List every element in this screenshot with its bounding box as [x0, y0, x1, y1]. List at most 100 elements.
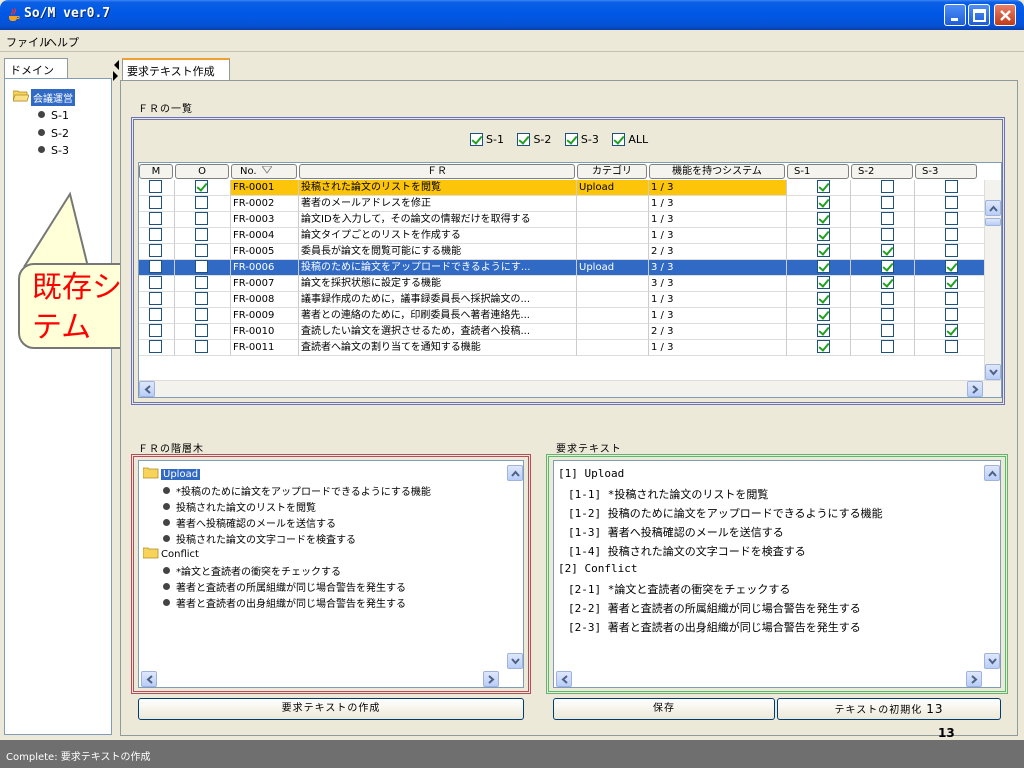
scroll-up-button[interactable]: [985, 200, 1001, 216]
tab-requirement-text[interactable]: 要求テキスト作成: [122, 58, 230, 80]
cell-s1[interactable]: [787, 228, 851, 244]
checkbox-s3[interactable]: [945, 308, 958, 321]
cell-s1[interactable]: [787, 180, 851, 196]
table-row[interactable]: FR-0006 投稿のために論文をアップロードできるようにす... Upload 3 …: [139, 260, 985, 276]
tree-group[interactable]: Conflict: [142, 547, 199, 560]
checkbox-s2[interactable]: [881, 276, 894, 289]
checkbox-o[interactable]: [195, 324, 208, 337]
minimize-button[interactable]: [944, 4, 966, 26]
checkbox-s1[interactable]: [817, 324, 830, 337]
checkbox-s3[interactable]: [945, 292, 958, 305]
checkbox-m[interactable]: [149, 212, 162, 225]
filter-all[interactable]: ALL: [612, 133, 648, 146]
cell-o[interactable]: [175, 228, 231, 244]
cell-o[interactable]: [175, 308, 231, 324]
checkbox-s2[interactable]: [881, 292, 894, 305]
cell-s2[interactable]: [851, 260, 915, 276]
cell-m[interactable]: [139, 324, 175, 340]
cell-s3[interactable]: [915, 292, 985, 308]
scroll-down-button[interactable]: [507, 653, 523, 669]
cell-s1[interactable]: [787, 340, 851, 356]
menu-file[interactable]: ファイル: [6, 34, 50, 50]
checkbox-s1[interactable]: [817, 340, 830, 353]
checkbox-m[interactable]: [149, 244, 162, 257]
filter-s2[interactable]: S-2: [517, 133, 551, 146]
checkbox-m[interactable]: [149, 292, 162, 305]
cell-s2[interactable]: [851, 324, 915, 340]
scroll-down-button[interactable]: [984, 653, 1000, 669]
cell-s1[interactable]: [787, 292, 851, 308]
tree-item[interactable]: *論文と査読者の衝突をチェックする: [163, 563, 341, 578]
table-row[interactable]: FR-0003 論文IDを入力して，その論文の情報だけを取得する 1 / 3: [139, 212, 985, 228]
col-header-fr[interactable]: ＦＲ: [299, 164, 575, 179]
checkbox-s1[interactable]: [817, 244, 830, 257]
save-button[interactable]: 保存: [553, 698, 775, 720]
cell-s3[interactable]: [915, 340, 985, 356]
cell-s2[interactable]: [851, 276, 915, 292]
checkbox-s3[interactable]: [945, 340, 958, 353]
checkbox-m[interactable]: [149, 180, 162, 193]
cell-m[interactable]: [139, 212, 175, 228]
scroll-left-button[interactable]: [139, 381, 155, 397]
cell-o[interactable]: [175, 340, 231, 356]
checkbox-o[interactable]: [195, 340, 208, 353]
tree-item[interactable]: 著者と査読者の出身組織が同じ場合警告を発生する: [163, 595, 406, 610]
checkbox-o[interactable]: [195, 308, 208, 321]
checkbox-s3[interactable]: [945, 244, 958, 257]
checkbox-m[interactable]: [149, 228, 162, 241]
checkbox-s2[interactable]: [881, 340, 894, 353]
table-row[interactable]: FR-0010 査読したい論文を選択させるため，査読者へ投稿... 2 / 3: [139, 324, 985, 340]
checkbox-s2[interactable]: [881, 244, 894, 257]
table-row[interactable]: FR-0009 著者との連絡のために，印刷委員長へ著者連絡先... 1 / 3: [139, 308, 985, 324]
checkbox-s1[interactable]: [817, 292, 830, 305]
scroll-right-button[interactable]: [966, 671, 982, 687]
cell-s1[interactable]: [787, 308, 851, 324]
tree-item[interactable]: 投稿された論文の文字コードを検査する: [163, 531, 356, 546]
scroll-up-button[interactable]: [984, 465, 1000, 481]
cell-m[interactable]: [139, 196, 175, 212]
cell-s3[interactable]: [915, 260, 985, 276]
cell-s1[interactable]: [787, 260, 851, 276]
col-header-m[interactable]: M: [139, 164, 173, 179]
checkbox-s1[interactable]: [817, 196, 830, 209]
cell-s1[interactable]: [787, 324, 851, 340]
cell-s3[interactable]: [915, 212, 985, 228]
cell-o[interactable]: [175, 244, 231, 260]
filter-s3[interactable]: S-3: [564, 133, 599, 146]
tree-node-s1[interactable]: S-1: [38, 109, 69, 123]
cell-s2[interactable]: [851, 292, 915, 308]
checkbox-s3[interactable]: [945, 324, 958, 337]
checkbox-s1[interactable]: [817, 228, 830, 241]
checkbox-m[interactable]: [149, 340, 162, 353]
checkbox-o[interactable]: [195, 276, 208, 289]
cell-s3[interactable]: [915, 228, 985, 244]
scroll-right-button[interactable]: [967, 381, 983, 397]
tab-domain[interactable]: ドメイン: [4, 58, 68, 78]
checkbox-s3[interactable]: [945, 228, 958, 241]
cell-s2[interactable]: [851, 228, 915, 244]
filter-s1[interactable]: S-1: [470, 133, 504, 146]
cell-m[interactable]: [139, 260, 175, 276]
cell-s3[interactable]: [915, 244, 985, 260]
col-header-s3[interactable]: S-3: [915, 164, 977, 179]
scroll-right-button[interactable]: [483, 671, 499, 687]
checkbox-m[interactable]: [149, 260, 162, 273]
col-header-category[interactable]: カテゴリ: [577, 164, 647, 179]
tree-group[interactable]: Upload: [142, 467, 201, 480]
checkbox-m[interactable]: [149, 276, 162, 289]
splitter-arrows-icon[interactable]: [112, 58, 120, 82]
create-text-button[interactable]: 要求テキストの作成: [138, 698, 524, 720]
tree-item[interactable]: *投稿のために論文をアップロードできるようにする機能: [163, 483, 431, 498]
cell-s2[interactable]: [851, 196, 915, 212]
checkbox-s3[interactable]: [945, 260, 958, 273]
cell-m[interactable]: [139, 180, 175, 196]
table-row[interactable]: FR-0001 投稿された論文のリストを閲覧 Upload 1 / 3: [139, 180, 985, 196]
cell-s2[interactable]: [851, 244, 915, 260]
checkbox-o[interactable]: [195, 212, 208, 225]
col-header-s2[interactable]: S-2: [851, 164, 913, 179]
checkbox-s2[interactable]: [881, 260, 894, 273]
checkbox-s2[interactable]: [881, 324, 894, 337]
cell-s1[interactable]: [787, 212, 851, 228]
close-button[interactable]: [994, 4, 1016, 26]
checkbox-s2[interactable]: [881, 308, 894, 321]
